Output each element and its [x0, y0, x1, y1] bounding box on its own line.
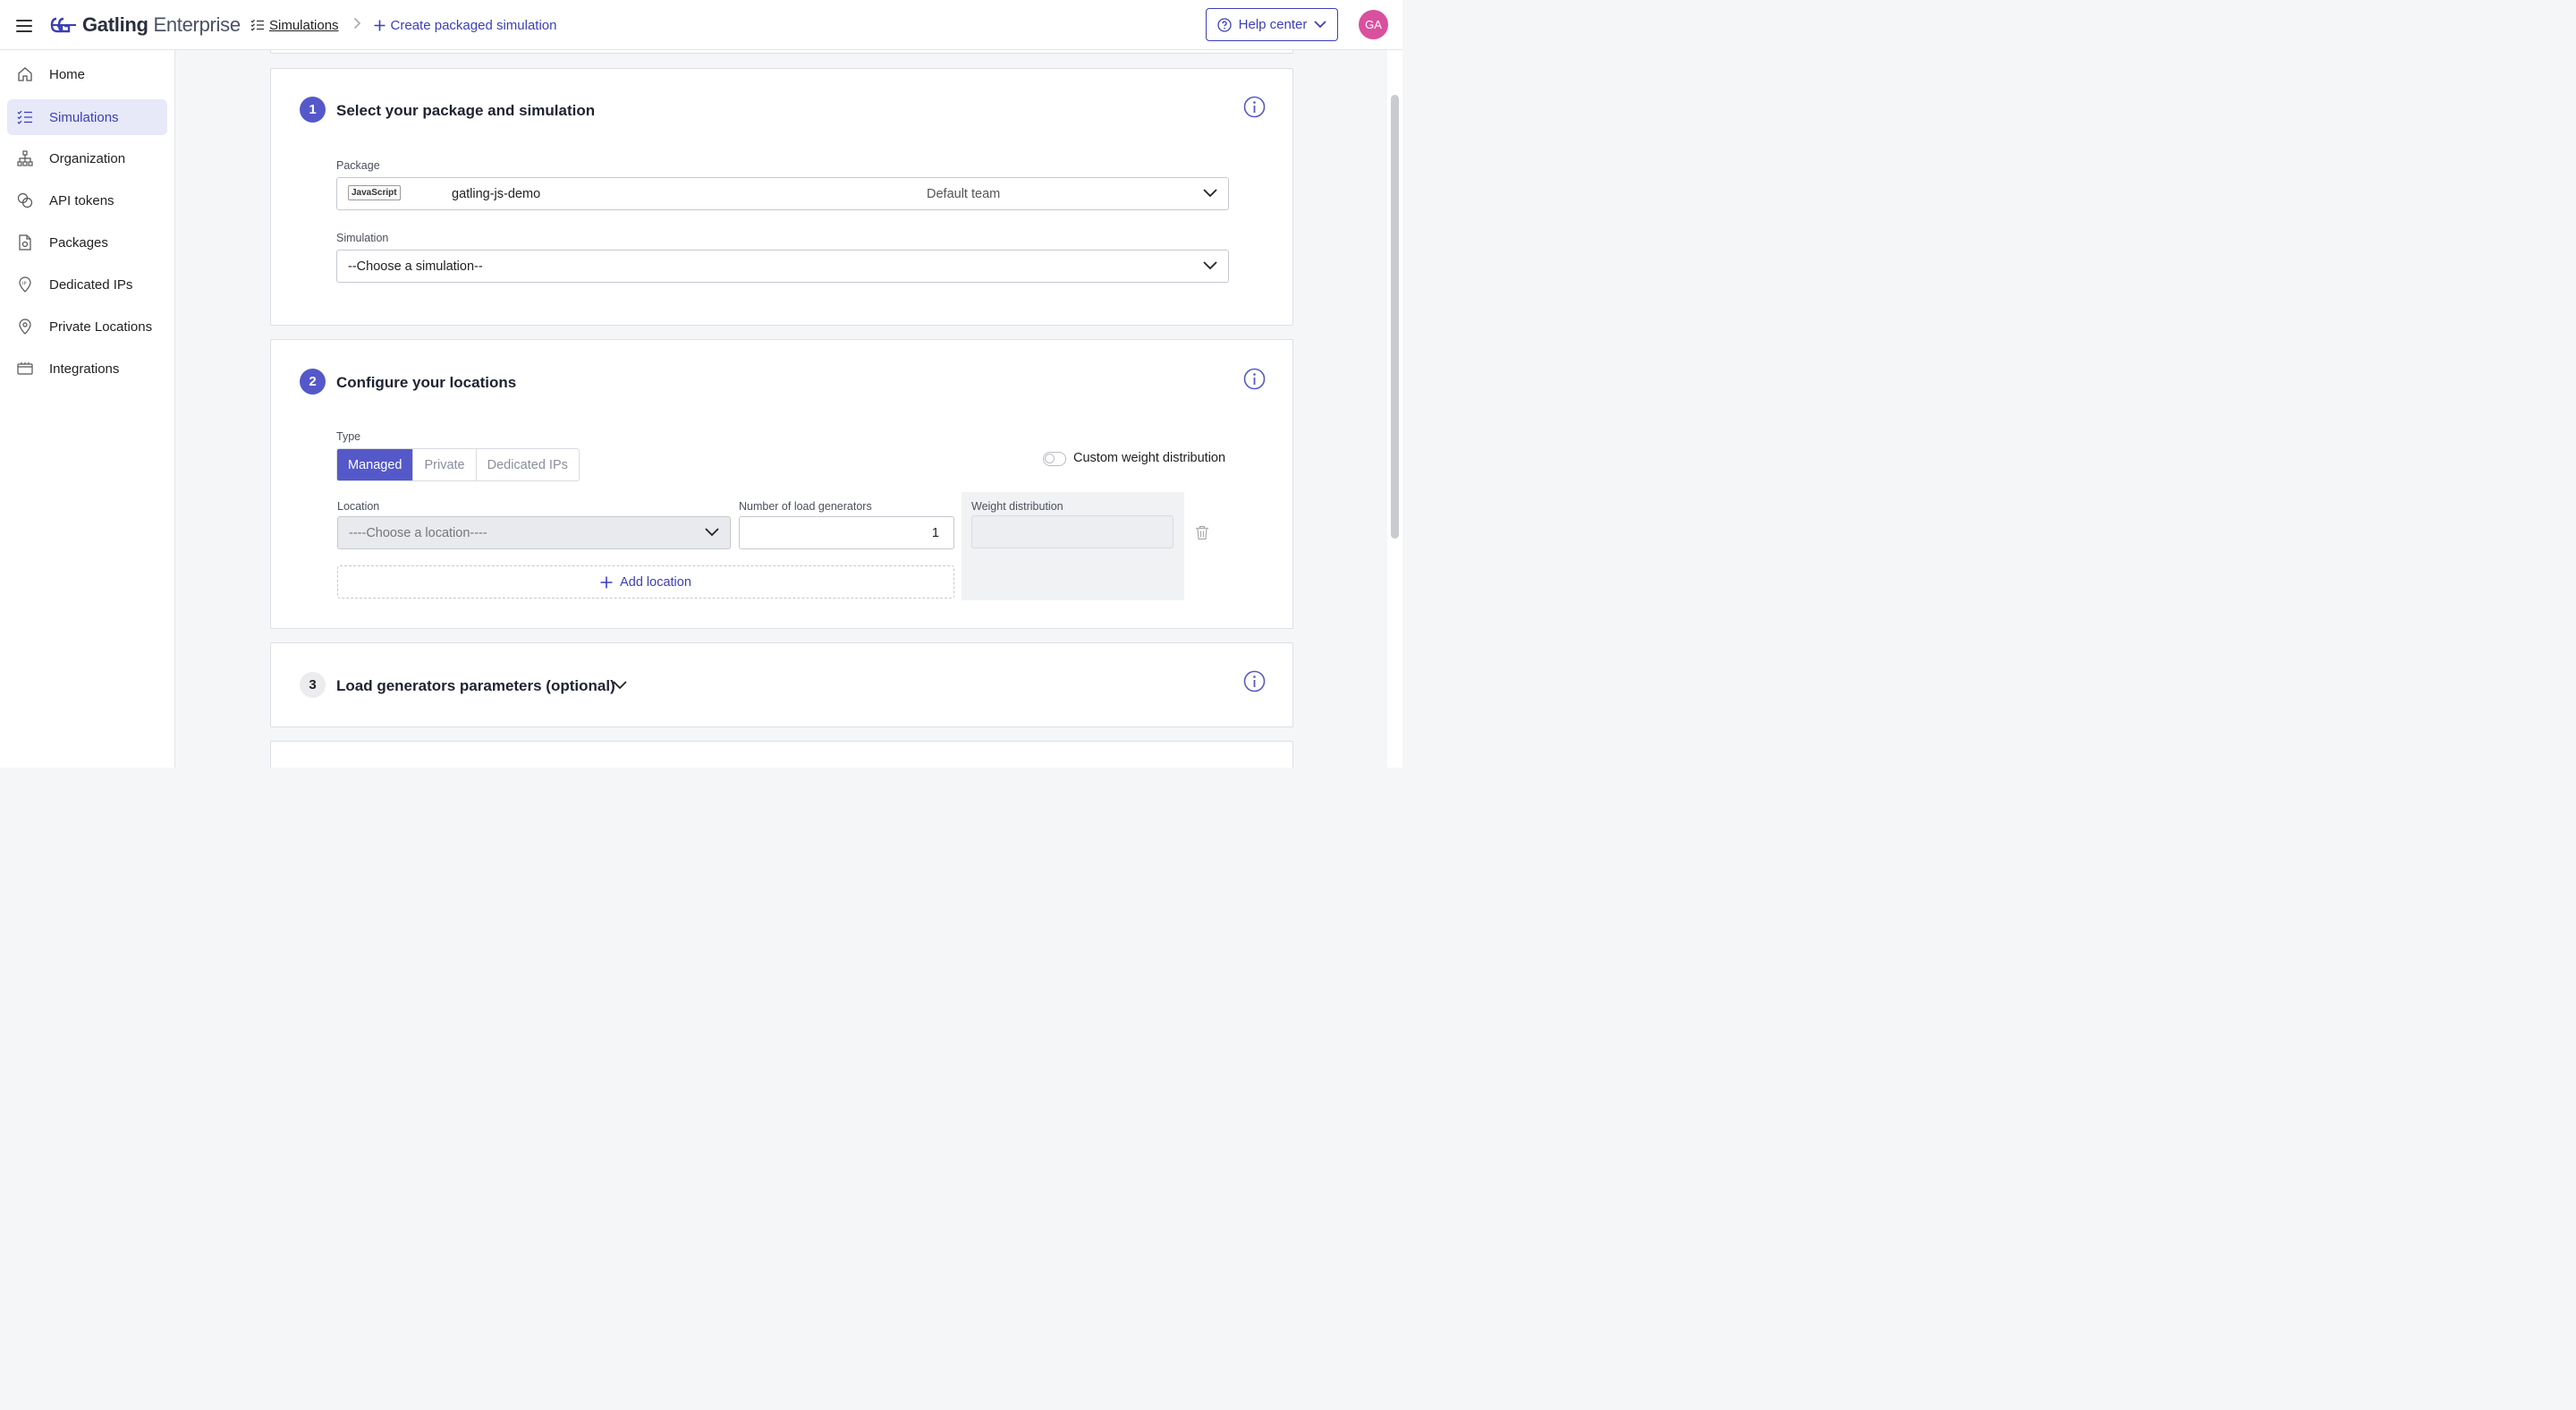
type-dedicated-ips-button[interactable]: Dedicated IPs: [475, 449, 579, 480]
sidebar-item-organization[interactable]: Organization: [7, 140, 167, 176]
scrollbar-thumb[interactable]: [1391, 95, 1399, 539]
add-location-label: Add location: [620, 574, 691, 590]
sidebar-item-simulations[interactable]: Simulations: [7, 99, 167, 135]
info-icon[interactable]: [1243, 368, 1266, 390]
location-select[interactable]: ----Choose a location----: [337, 516, 731, 549]
package-label: Package: [336, 159, 380, 172]
sidebar-item-label: Home: [49, 66, 86, 82]
simulation-select[interactable]: --Choose a simulation--: [336, 250, 1229, 283]
chevron-down-icon: [705, 528, 719, 537]
breadcrumb-simulations[interactable]: Simulations: [250, 18, 339, 33]
location-label: Location: [337, 500, 380, 513]
info-icon[interactable]: [1243, 96, 1266, 118]
sidebar-item-label: Integrations: [49, 361, 120, 377]
weight-distribution-panel: Weight distribution: [962, 492, 1184, 600]
package-select[interactable]: JavaScript gatling-js-demo Default team: [336, 177, 1229, 210]
simulation-value: --Choose a simulation--: [348, 259, 483, 274]
help-center-label: Help center: [1238, 17, 1308, 32]
simulations-icon: [17, 110, 32, 124]
next-card: [270, 741, 1293, 768]
info-icon[interactable]: [1243, 670, 1266, 692]
weight-distribution-label: Weight distribution: [971, 500, 1063, 513]
plus-icon: [374, 20, 386, 30]
svg-text:IP: IP: [22, 282, 27, 287]
logo-brand: Gatling: [82, 13, 148, 36]
sidebar: Home Simulations Organization API tokens…: [0, 50, 175, 768]
sidebar-item-private-locations[interactable]: Private Locations: [7, 309, 167, 344]
list-check-icon: [250, 19, 264, 31]
step-1-number: 1: [300, 97, 326, 123]
step-3-title: Load generators parameters (optional): [336, 677, 615, 694]
sidebar-item-dedicated-ips[interactable]: IP Dedicated IPs: [7, 267, 167, 302]
question-icon: [1216, 17, 1232, 32]
chevron-right-icon: [353, 17, 361, 34]
chevron-down-icon: [1314, 21, 1326, 29]
help-center-button[interactable]: Help center: [1206, 8, 1338, 41]
sidebar-item-label: API tokens: [49, 192, 114, 208]
custom-weight-toggle[interactable]: [1043, 452, 1066, 466]
simulation-label: Simulation: [336, 232, 389, 244]
avatar[interactable]: GA: [1359, 10, 1388, 39]
sidebar-item-api-tokens[interactable]: API tokens: [7, 183, 167, 218]
plus-icon: [600, 576, 613, 588]
add-location-button[interactable]: Add location: [337, 565, 954, 599]
type-label: Type: [336, 430, 361, 443]
previous-card: [270, 50, 1293, 54]
step-3-number: 3: [300, 672, 326, 698]
chevron-down-icon: [1203, 261, 1217, 270]
trash-icon[interactable]: [1195, 525, 1209, 540]
sidebar-item-label: Simulations: [49, 109, 119, 125]
sidebar-item-label: Dedicated IPs: [49, 276, 133, 293]
integrations-icon: [17, 362, 33, 375]
weight-distribution-input: [971, 515, 1174, 548]
package-name: gatling-js-demo: [452, 186, 541, 201]
javascript-badge: JavaScript: [348, 185, 401, 200]
step-2-number: 2: [300, 369, 326, 395]
step-1-card: 1 Select your package and simulation Pac…: [270, 68, 1293, 326]
sidebar-item-packages[interactable]: Packages: [7, 225, 167, 260]
organization-icon: [17, 150, 33, 166]
sidebar-item-label: Private Locations: [49, 319, 153, 335]
custom-weight-label: Custom weight distribution: [1073, 451, 1226, 465]
packages-icon: [19, 234, 31, 251]
generators-label: Number of load generators: [739, 500, 872, 513]
scrollbar[interactable]: [1387, 50, 1402, 768]
api-tokens-icon: [17, 192, 33, 208]
generators-value: 1: [931, 525, 939, 540]
chevron-down-icon[interactable]: [613, 681, 627, 690]
logo-product: Enterprise: [153, 13, 242, 36]
sidebar-item-integrations[interactable]: Integrations: [7, 351, 167, 386]
sidebar-item-label: Organization: [49, 150, 126, 166]
sidebar-item-home[interactable]: Home: [7, 56, 167, 92]
package-team: Default team: [927, 186, 1001, 201]
breadcrumb: Simulations Create packaged simulation: [250, 0, 557, 50]
main-content: 1 Select your package and simulation Pac…: [175, 50, 1402, 768]
type-private-button[interactable]: Private: [412, 449, 475, 480]
step-1-title: Select your package and simulation: [336, 102, 596, 119]
menu-icon[interactable]: [16, 16, 32, 34]
step-3-card: 3 Load generators parameters (optional): [270, 642, 1293, 727]
private-locations-icon: [19, 319, 31, 335]
chevron-down-icon: [1203, 189, 1217, 198]
generators-input[interactable]: 1: [739, 516, 954, 549]
step-2-title: Configure your locations: [336, 374, 517, 391]
top-bar: Gatling Enterprise Simulations Create pa…: [0, 0, 1402, 50]
logo[interactable]: Gatling Enterprise: [49, 13, 241, 38]
step-2-card: 2 Configure your locations Type Managed …: [270, 339, 1293, 629]
home-icon: [18, 67, 32, 81]
breadcrumb-current-label: Create packaged simulation: [390, 17, 557, 33]
breadcrumb-current: Create packaged simulation: [374, 18, 557, 33]
dedicated-ips-icon: IP: [19, 276, 31, 293]
gatling-logo-icon: [50, 17, 76, 33]
sidebar-item-label: Packages: [49, 234, 108, 251]
location-type-selector: Managed Private Dedicated IPs: [336, 448, 580, 481]
breadcrumb-simulations-label: Simulations: [269, 17, 339, 33]
location-value: ----Choose a location----: [349, 525, 487, 540]
type-managed-button[interactable]: Managed: [337, 449, 413, 480]
